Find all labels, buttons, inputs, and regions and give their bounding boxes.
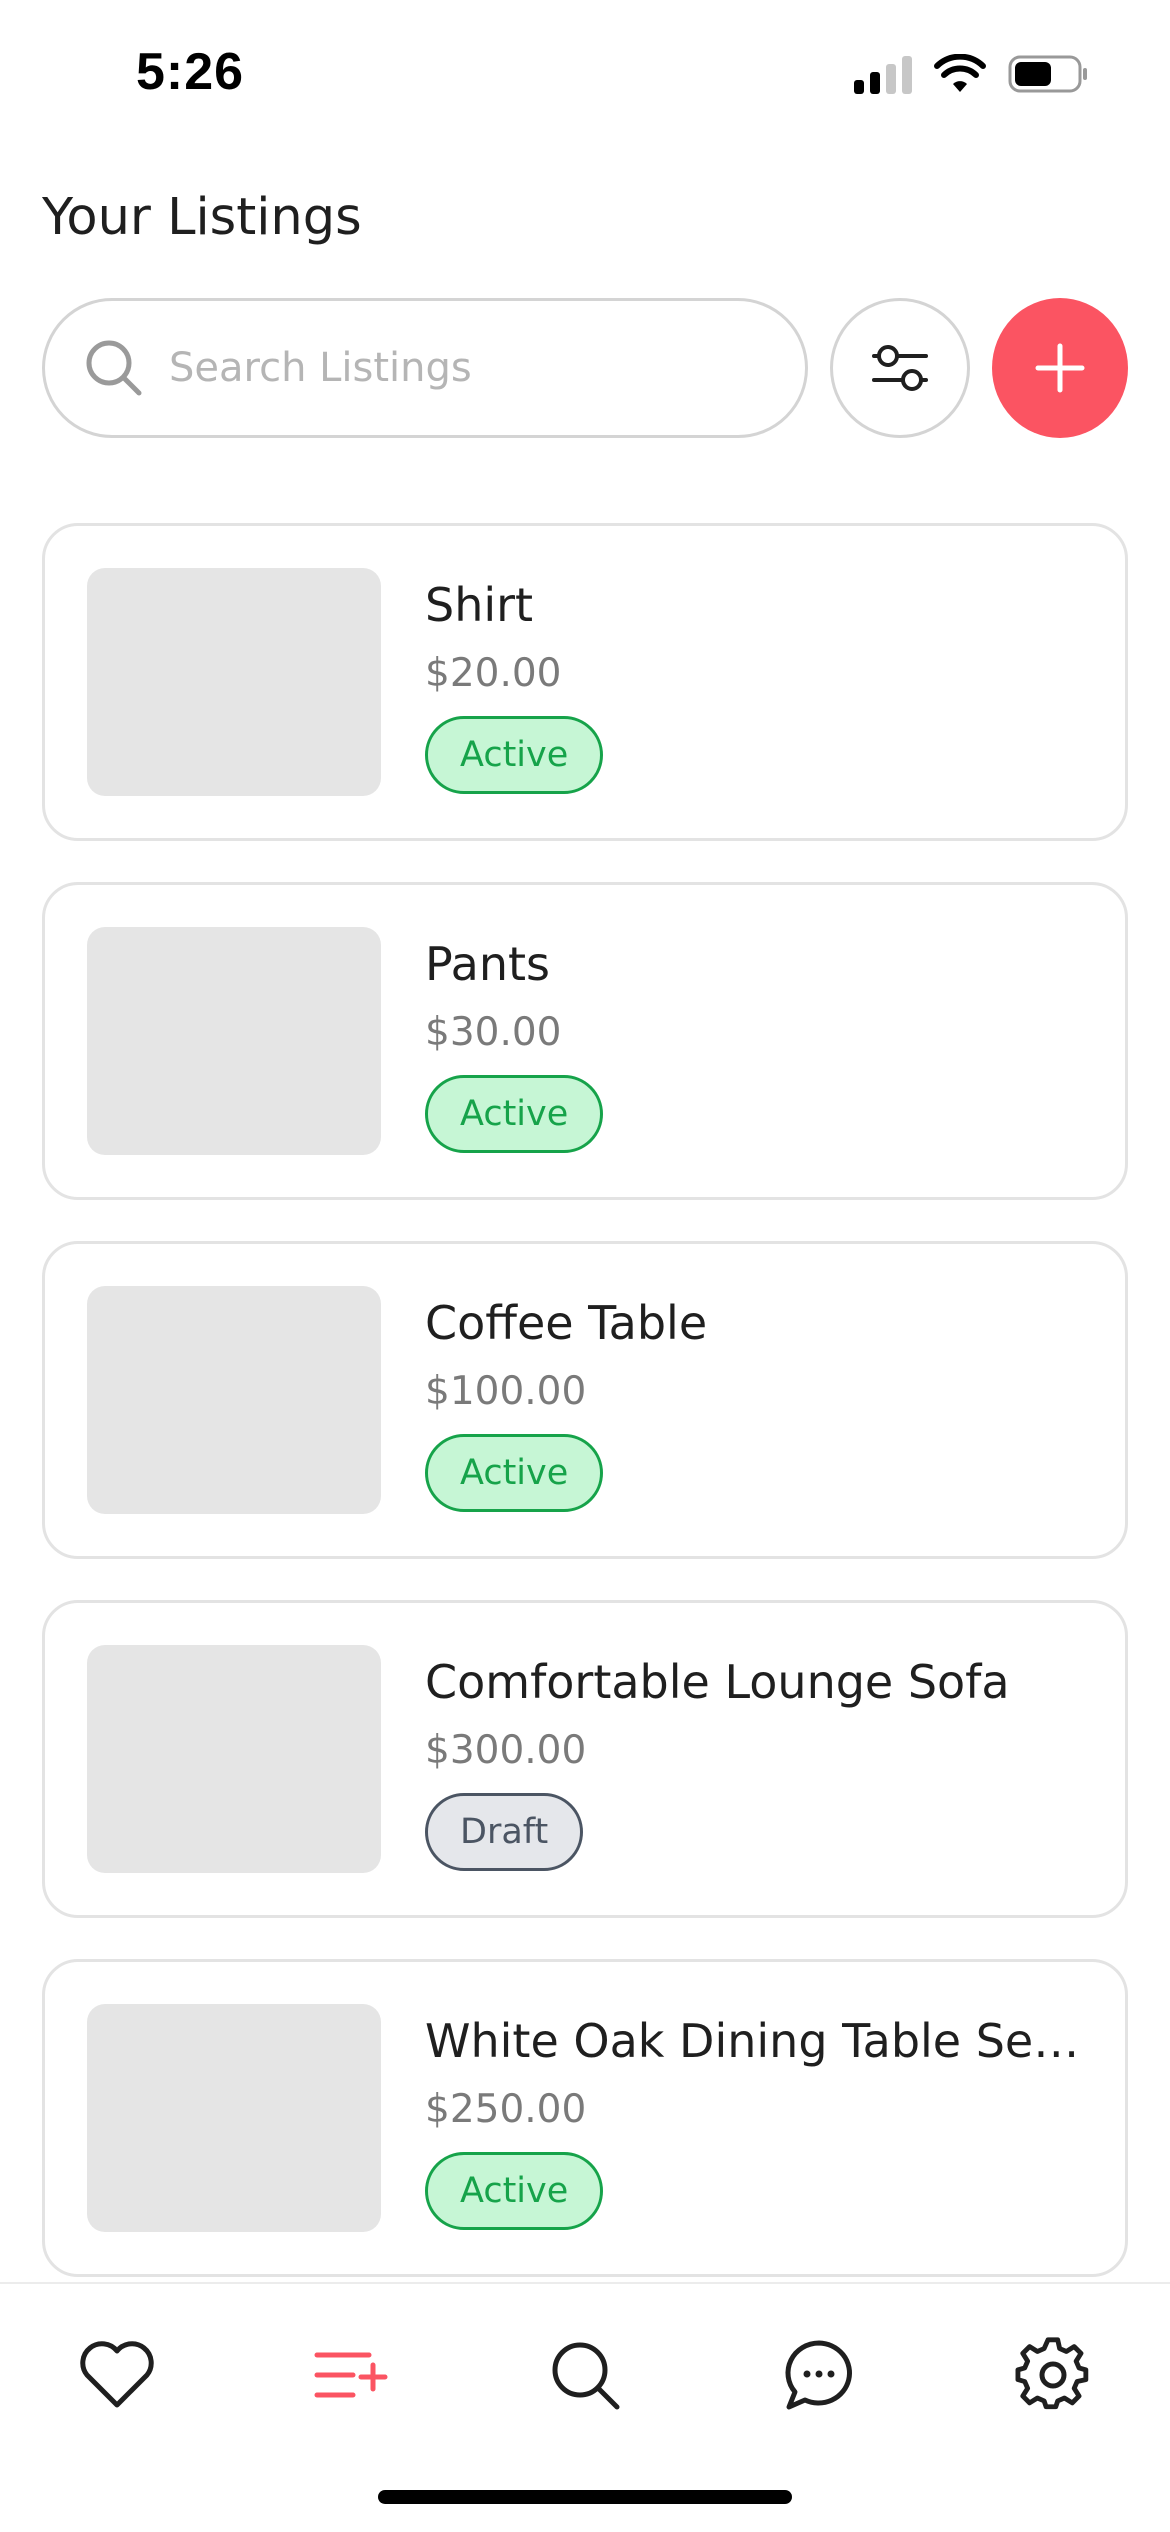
listing-thumbnail — [87, 927, 381, 1155]
status-badge: Draft — [425, 1793, 584, 1871]
heart-icon — [80, 2341, 154, 2408]
status-badge: Active — [425, 1434, 604, 1512]
status-badge: Active — [425, 1075, 604, 1153]
search-icon — [86, 340, 142, 396]
chat-bubble-icon — [785, 2340, 852, 2410]
listing-thumbnail — [87, 568, 381, 796]
plus-icon — [1035, 343, 1085, 393]
tab-favorites[interactable] — [72, 2330, 162, 2420]
wifi-icon — [934, 54, 986, 92]
listing-thumbnail — [87, 2004, 381, 2232]
listing-name: White Oak Dining Table Se… — [425, 2014, 1080, 2068]
listings-add-icon — [314, 2352, 388, 2398]
page-title: Your Listings — [42, 188, 362, 247]
tab-settings[interactable] — [1008, 2330, 1098, 2420]
listing-list: Shirt $20.00 Active Pants $30.00 Active … — [42, 523, 1128, 2318]
listing-name: Pants — [425, 937, 551, 991]
status-bar: 5:26 — [0, 0, 1170, 150]
listings-screen: 5:26 Your Listings Search Listings Shirt… — [0, 0, 1170, 2532]
listing-card[interactable]: White Oak Dining Table Se… $250.00 Activ… — [42, 1959, 1128, 2277]
cellular-signal-icon — [854, 54, 912, 94]
tab-search[interactable] — [540, 2330, 630, 2420]
add-listing-button[interactable] — [992, 298, 1128, 438]
listing-card[interactable]: Pants $30.00 Active — [42, 882, 1128, 1200]
status-time: 5:26 — [136, 43, 245, 101]
listing-card[interactable]: Comfortable Lounge Sofa $300.00 Draft — [42, 1600, 1128, 1918]
tab-listings[interactable] — [306, 2330, 396, 2420]
tab-messages[interactable] — [774, 2330, 864, 2420]
listing-name: Comfortable Lounge Sofa — [425, 1655, 1010, 1709]
listing-thumbnail — [87, 1286, 381, 1514]
listing-price: $30.00 — [425, 1010, 562, 1055]
listing-price: $100.00 — [425, 1369, 587, 1414]
filter-button[interactable] — [830, 298, 970, 438]
listing-thumbnail — [87, 1645, 381, 1873]
sliders-icon — [872, 345, 928, 391]
listing-name: Coffee Table — [425, 1296, 708, 1350]
listing-card[interactable]: Shirt $20.00 Active — [42, 523, 1128, 841]
listing-price: $250.00 — [425, 2087, 587, 2132]
gear-icon — [1015, 2337, 1089, 2410]
search-icon — [552, 2342, 620, 2410]
listing-card[interactable]: Coffee Table $100.00 Active — [42, 1241, 1128, 1559]
battery-icon — [1008, 55, 1087, 93]
listing-name: Shirt — [425, 578, 534, 632]
listing-price: $20.00 — [425, 651, 562, 696]
home-indicator — [378, 2490, 792, 2504]
search-bar[interactable] — [42, 298, 808, 438]
search-input[interactable] — [169, 345, 729, 391]
listing-price: $300.00 — [425, 1728, 587, 1773]
status-icons — [854, 54, 1090, 94]
status-badge: Active — [425, 2152, 604, 2230]
status-badge: Active — [425, 716, 604, 794]
